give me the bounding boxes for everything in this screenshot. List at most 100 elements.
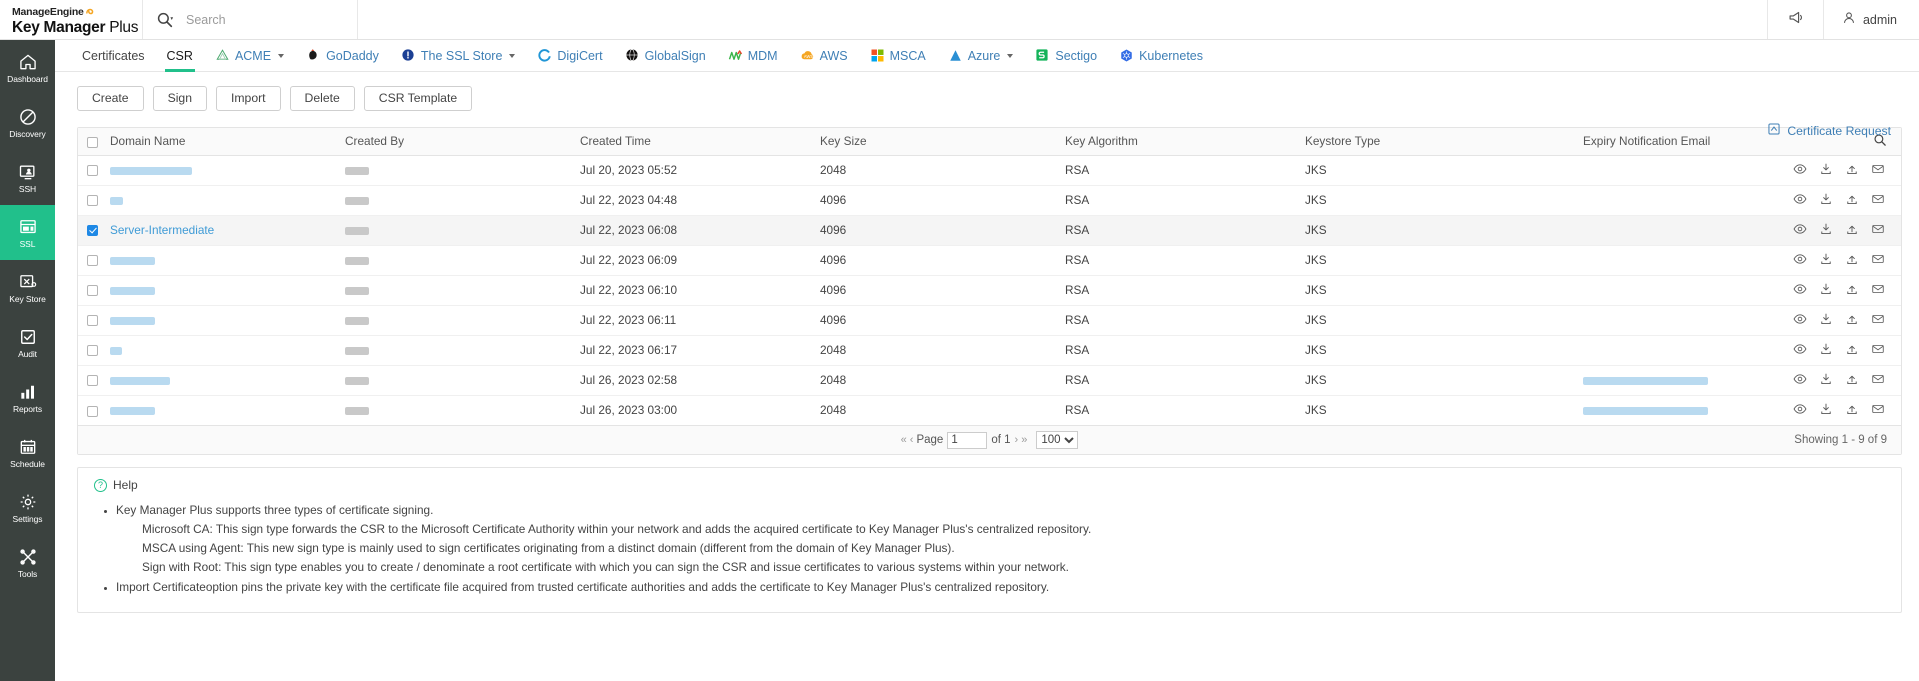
row-checkbox[interactable] <box>86 225 98 237</box>
cell-domain-name[interactable] <box>106 395 341 425</box>
prev-page-button[interactable]: ‹ <box>910 434 914 446</box>
global-search[interactable] <box>143 0 358 39</box>
brand-logo[interactable]: ManageEngine Key Manager Plus <box>0 0 143 39</box>
tab-globalsign[interactable]: GlobalSign <box>614 40 717 72</box>
row-checkbox[interactable] <box>86 315 98 327</box>
row-checkbox[interactable] <box>86 345 98 357</box>
last-page-button[interactable]: » <box>1021 434 1027 446</box>
download-icon[interactable] <box>1819 402 1833 419</box>
header-created-by[interactable]: Created By <box>341 128 576 156</box>
sidebar-item-audit[interactable]: Audit <box>0 315 55 370</box>
download-icon[interactable] <box>1819 252 1833 269</box>
upload-icon[interactable] <box>1845 402 1859 419</box>
header-expiry-notification-email[interactable]: Expiry Notification Email <box>1579 128 1791 156</box>
tab-acme[interactable]: ACME <box>204 40 295 72</box>
first-page-button[interactable]: « <box>901 434 907 446</box>
mail-icon[interactable] <box>1871 312 1885 329</box>
table-row[interactable]: Jul 22, 2023 06:17 2048 RSA JKS <box>78 335 1901 366</box>
tab-azure[interactable]: Azure <box>937 40 1025 72</box>
eye-icon[interactable] <box>1793 162 1807 179</box>
search-icon[interactable] <box>156 11 174 29</box>
eye-icon[interactable] <box>1793 252 1807 269</box>
row-checkbox[interactable] <box>86 405 98 417</box>
eye-icon[interactable] <box>1793 282 1807 299</box>
upload-icon[interactable] <box>1845 222 1859 239</box>
table-row[interactable]: Jul 22, 2023 04:48 4096 RSA JKS <box>78 185 1901 216</box>
sidebar-item-reports[interactable]: Reports <box>0 370 55 425</box>
sidebar-item-settings[interactable]: Settings <box>0 480 55 535</box>
sign-button[interactable]: Sign <box>152 86 207 111</box>
upload-icon[interactable] <box>1845 372 1859 389</box>
csr-template-button[interactable]: CSR Template <box>363 86 473 111</box>
table-row[interactable]: Jul 22, 2023 06:10 4096 RSA JKS <box>78 275 1901 306</box>
download-icon[interactable] <box>1819 222 1833 239</box>
sidebar-item-dashboard[interactable]: Dashboard <box>0 40 55 95</box>
sidebar-item-tools[interactable]: Tools <box>0 535 55 590</box>
announcement-button[interactable] <box>1766 0 1823 39</box>
eye-icon[interactable] <box>1793 372 1807 389</box>
import-button[interactable]: Import <box>216 86 281 111</box>
row-checkbox[interactable] <box>86 255 98 267</box>
table-row[interactable]: Server-Intermediate Jul 22, 2023 06:08 409… <box>78 215 1901 246</box>
download-icon[interactable] <box>1819 162 1833 179</box>
download-icon[interactable] <box>1819 342 1833 359</box>
table-row[interactable]: Jul 26, 2023 03:00 2048 RSA JKS <box>78 395 1901 425</box>
header-keystore-type[interactable]: Keystore Type <box>1301 128 1579 156</box>
cell-domain-name[interactable] <box>106 305 341 336</box>
mail-icon[interactable] <box>1871 222 1885 239</box>
mail-icon[interactable] <box>1871 282 1885 299</box>
mail-icon[interactable] <box>1871 252 1885 269</box>
certificate-request-link[interactable]: Certificate Request <box>1767 122 1891 139</box>
download-icon[interactable] <box>1819 372 1833 389</box>
next-page-button[interactable]: › <box>1015 434 1019 446</box>
eye-icon[interactable] <box>1793 192 1807 209</box>
table-row[interactable]: Jul 26, 2023 02:58 2048 RSA JKS <box>78 365 1901 396</box>
sidebar-item-key-store[interactable]: Key Store <box>0 260 55 315</box>
row-checkbox[interactable] <box>86 375 98 387</box>
mail-icon[interactable] <box>1871 342 1885 359</box>
row-checkbox[interactable] <box>86 285 98 297</box>
tab-digicert[interactable]: DigiCert <box>526 40 613 72</box>
cell-domain-name[interactable]: Server-Intermediate <box>106 215 341 246</box>
tab-msca[interactable]: MSCA <box>859 40 937 72</box>
table-row[interactable]: Jul 22, 2023 06:11 4096 RSA JKS <box>78 305 1901 336</box>
cell-domain-name[interactable] <box>106 275 341 306</box>
tab-certificates[interactable]: Certificates <box>71 40 156 72</box>
delete-button[interactable]: Delete <box>289 86 355 111</box>
tab-godaddy[interactable]: GoDaddy <box>295 40 390 72</box>
header-domain-name[interactable]: Domain Name <box>106 128 341 156</box>
eye-icon[interactable] <box>1793 312 1807 329</box>
page-size-select[interactable]: 102550100 <box>1036 431 1079 449</box>
upload-icon[interactable] <box>1845 162 1859 179</box>
eye-icon[interactable] <box>1793 342 1807 359</box>
mail-icon[interactable] <box>1871 372 1885 389</box>
download-icon[interactable] <box>1819 192 1833 209</box>
cell-domain-name[interactable] <box>106 335 341 366</box>
table-row[interactable]: Jul 20, 2023 05:52 2048 RSA JKS <box>78 155 1901 186</box>
upload-icon[interactable] <box>1845 252 1859 269</box>
cell-domain-name[interactable] <box>106 365 341 396</box>
upload-icon[interactable] <box>1845 312 1859 329</box>
sidebar-item-ssh[interactable]: SSH <box>0 150 55 205</box>
search-input[interactable] <box>184 11 334 28</box>
cell-domain-name[interactable] <box>106 155 341 186</box>
tab-sectigo[interactable]: Sectigo <box>1024 40 1108 72</box>
eye-icon[interactable] <box>1793 222 1807 239</box>
download-icon[interactable] <box>1819 312 1833 329</box>
sidebar-item-ssl[interactable]: SSL <box>0 205 55 260</box>
header-created-time[interactable]: Created Time <box>576 128 816 156</box>
tab-the-ssl-store[interactable]: The SSL Store <box>390 40 527 72</box>
domain-name-link[interactable]: Server-Intermediate <box>110 223 214 237</box>
download-icon[interactable] <box>1819 282 1833 299</box>
mail-icon[interactable] <box>1871 402 1885 419</box>
mail-icon[interactable] <box>1871 192 1885 209</box>
mail-icon[interactable] <box>1871 162 1885 179</box>
create-button[interactable]: Create <box>77 86 144 111</box>
cell-domain-name[interactable] <box>106 185 341 216</box>
sidebar-item-schedule[interactable]: Schedule <box>0 425 55 480</box>
table-row[interactable]: Jul 22, 2023 06:09 4096 RSA JKS <box>78 245 1901 276</box>
upload-icon[interactable] <box>1845 192 1859 209</box>
row-checkbox[interactable] <box>86 165 98 177</box>
upload-icon[interactable] <box>1845 342 1859 359</box>
user-menu[interactable]: admin <box>1822 0 1919 39</box>
